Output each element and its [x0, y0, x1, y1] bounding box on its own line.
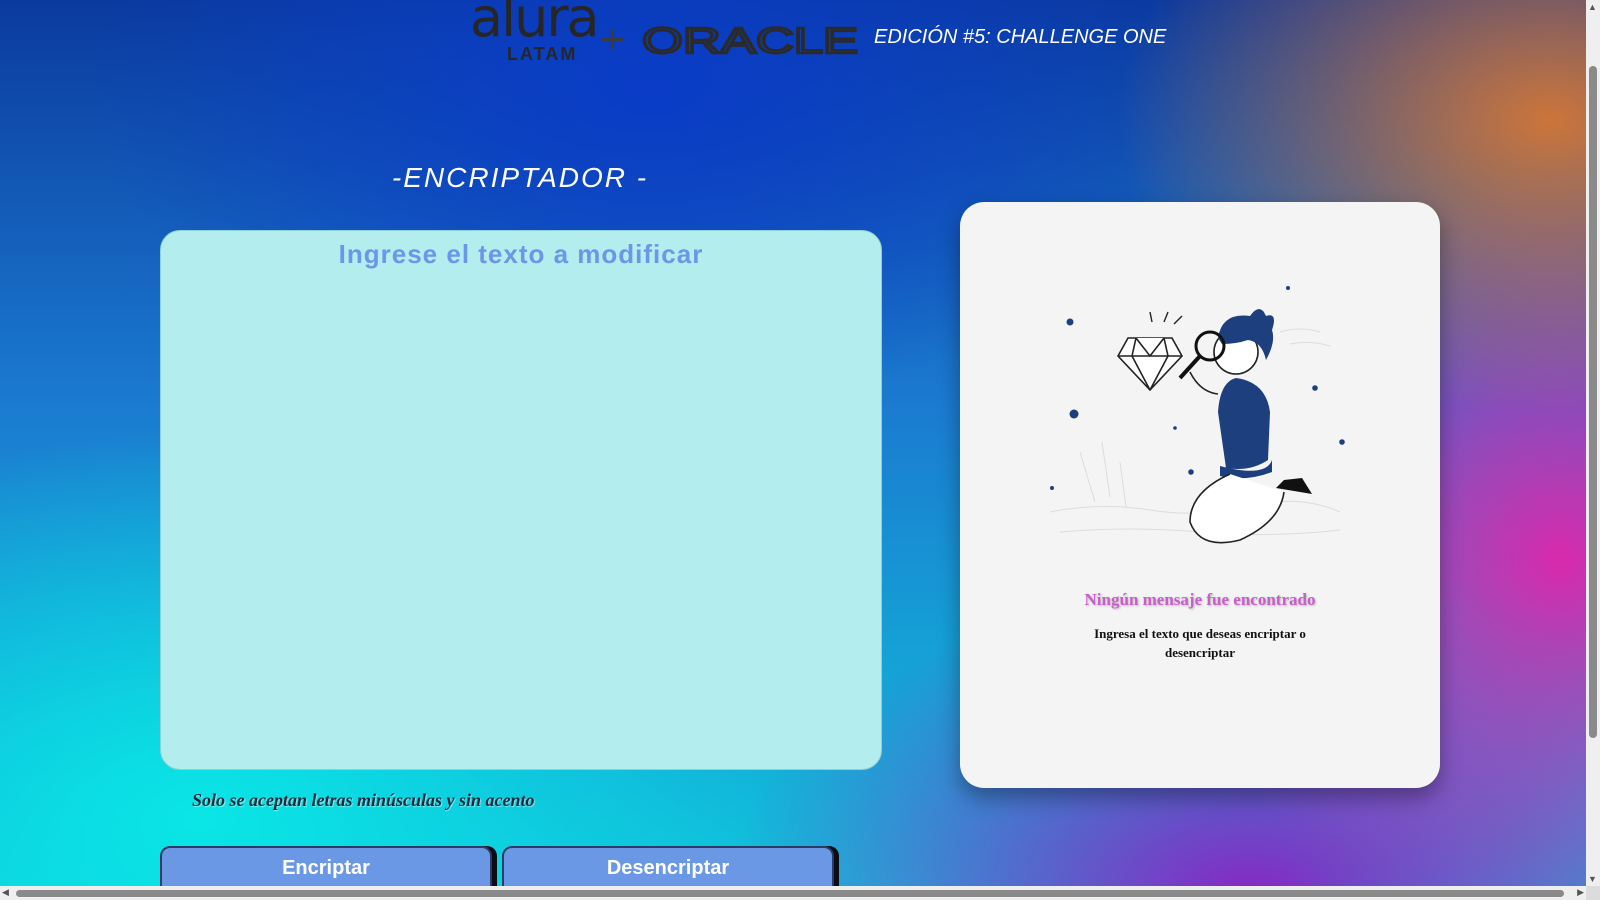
output-title: Ningún mensaje fue encontrado — [1084, 590, 1316, 609]
scroll-up-icon[interactable]: ▲ — [1588, 2, 1597, 12]
scroll-down-icon[interactable]: ▼ — [1588, 874, 1597, 884]
scroll-right-icon[interactable]: ▶ — [1577, 887, 1584, 898]
horizontal-scroll-thumb[interactable] — [16, 890, 1564, 897]
edition-label: EDICIÓN #5: CHALLENGE ONE — [874, 26, 1167, 48]
vertical-scrollbar[interactable]: ▲ ▼ — [1586, 0, 1600, 886]
text-input[interactable] — [161, 231, 881, 769]
plus-icon: + — [598, 19, 627, 59]
header: alura LATAM + ORACLE EDICIÓN #5: CHALLEN… — [0, 0, 1600, 90]
output-card: Ningún mensaje fue encontrado Ingresa el… — [960, 202, 1440, 788]
scrollbar-corner — [1586, 886, 1600, 900]
page-title: -ENCRIPTADOR - — [391, 162, 649, 193]
alura-logo-word: alura — [470, 0, 600, 49]
alura-logo-latam: LATAM — [507, 44, 578, 64]
encrypt-button[interactable]: Encriptar — [160, 846, 492, 890]
oracle-logo-text: ORACLE — [642, 24, 858, 58]
decrypt-button[interactable]: Desencriptar — [502, 846, 834, 890]
output-text: Ingresa el texto que deseas encriptar o … — [1094, 626, 1306, 660]
text-input-card — [160, 230, 882, 770]
horizontal-scrollbar[interactable]: ◀ ▶ — [0, 886, 1586, 900]
vertical-scroll-thumb[interactable] — [1589, 66, 1597, 738]
input-hint: Solo se aceptan letras minúsculas y sin … — [192, 790, 535, 810]
scroll-left-icon[interactable]: ◀ — [2, 887, 9, 898]
magnifier-person-illustration — [1049, 286, 1345, 544]
oracle-logo: ORACLE — [642, 24, 859, 58]
alura-logo: alura LATAM — [470, 0, 600, 72]
